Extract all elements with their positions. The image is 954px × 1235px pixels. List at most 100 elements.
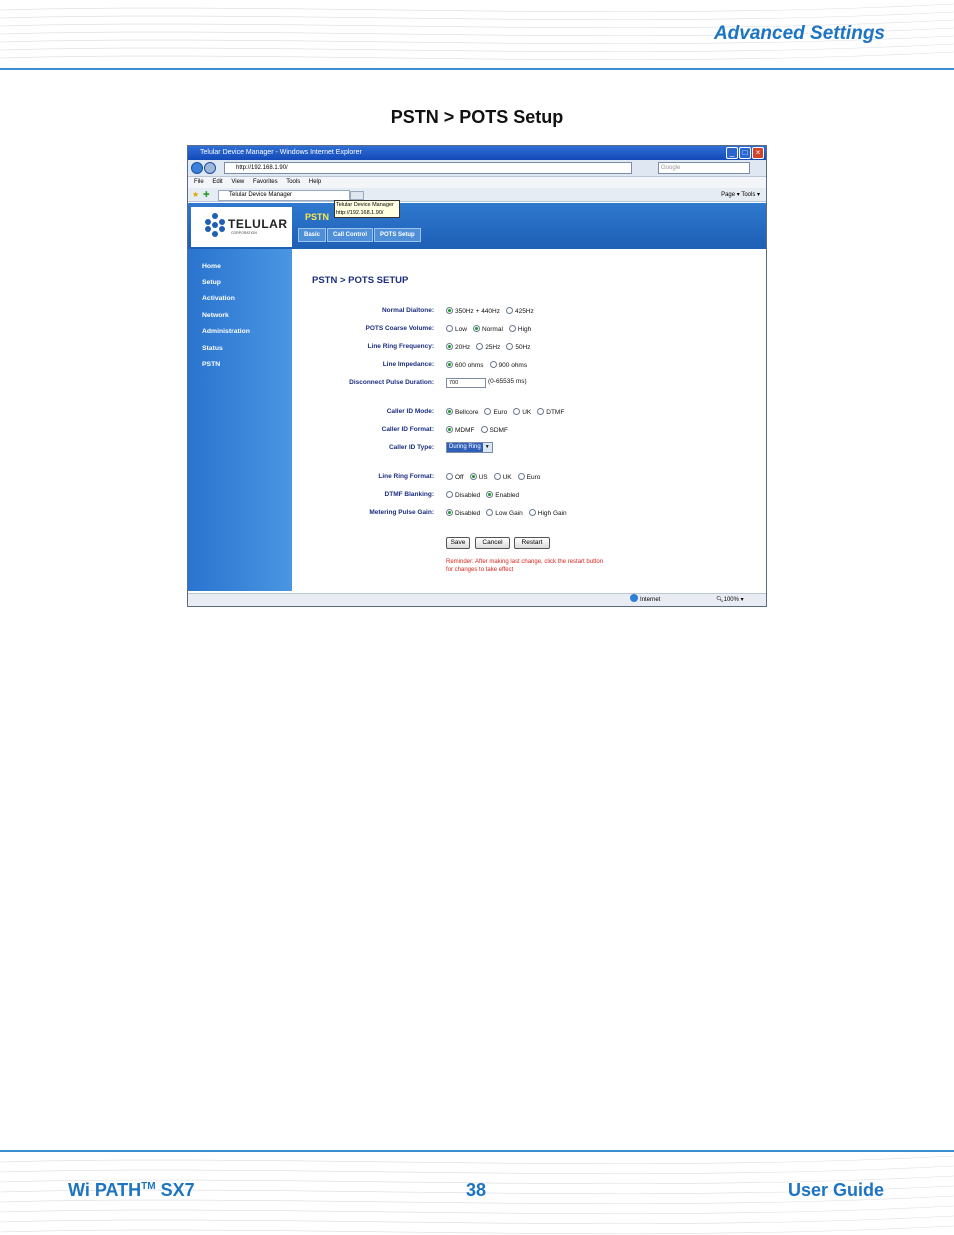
window-title: Telular Device Manager - Windows Interne… [200,149,362,156]
window-titlebar: Telular Device Manager - Windows Interne… [188,146,766,160]
impedance-600-radio[interactable]: 600 ohms [446,361,484,369]
favorites-star-icon[interactable]: ★ [192,190,199,199]
tab-call-control[interactable]: Call Control [327,228,374,242]
content-title: PSTN > POTS SETUP [312,275,409,286]
freq-50hz-radio[interactable]: 50Hz [506,343,531,351]
coarse-volume-label: POTS Coarse Volume: [365,325,434,332]
caller-id-type-label: Caller ID Type: [388,444,434,451]
reminder-text: Reminder: After making last change, clic… [446,559,604,573]
browser-tab[interactable]: Telular Device Manager [218,190,350,201]
search-input[interactable]: Google [658,162,750,174]
ring-uk-radio[interactable]: UK [493,473,512,481]
cid-dtmf-radio[interactable]: DTMF [537,408,564,416]
impedance-900-radio[interactable]: 900 ohms [489,361,527,369]
back-icon[interactable] [191,162,203,174]
command-bar[interactable]: Page ▾ Tools ▾ [721,190,760,200]
zoom-level[interactable]: 🔍︎100% ▾ [716,594,744,606]
add-favorite-icon[interactable]: ✚ [203,190,210,199]
ring-euro-radio[interactable]: Euro [517,473,540,481]
format-sdmf-radio[interactable]: SDMF [480,426,508,434]
sidebar: Home Setup Activation Network Administra… [188,249,292,591]
section-title: Advanced Settings [713,23,885,44]
telular-logo: TELULAR CORPORATION [191,207,292,247]
sidebar-item-pstn[interactable]: PSTN [202,361,220,368]
normal-dialtone-label: Normal Dialtone: [381,307,434,314]
metering-gain-label: Metering Pulse Gain: [369,509,434,516]
menu-favorites[interactable]: Favorites [253,179,278,185]
caller-id-type-select[interactable]: During Ring ▼ [446,442,493,453]
caller-id-type-field: During Ring ▼ [446,442,493,453]
subtabs: Basic Call Control POTS Setup [298,228,421,242]
zoom-icon: 🔍︎ [716,597,724,603]
status-bar: Internet 🔍︎100% ▾ [188,593,766,606]
normal-dialtone-options: 350Hz + 440Hz 425Hz [446,307,534,315]
footer-rule [0,1150,954,1152]
save-button[interactable]: Save [446,537,470,549]
maximize-icon[interactable]: □ [739,147,751,159]
sidebar-item-administration[interactable]: Administration [202,328,250,335]
cancel-button[interactable]: Cancel [475,537,510,549]
cid-bellcore-radio[interactable]: Bellcore [446,408,478,416]
close-icon[interactable]: × [752,147,764,159]
volume-high-radio[interactable]: High [508,325,531,333]
gain-low-radio[interactable]: Low Gain [486,509,523,517]
caller-id-mode-options: Bellcore Euro UK DTMF [446,408,564,416]
sidebar-item-setup[interactable]: Setup [202,279,221,286]
ring-off-radio[interactable]: Off [446,473,464,481]
freq-25hz-radio[interactable]: 25Hz [476,343,500,351]
sidebar-item-home[interactable]: Home [202,263,221,270]
dialtone-425-radio[interactable]: 425Hz [506,307,534,315]
ring-us-radio[interactable]: US [469,473,488,481]
restart-button[interactable]: Restart [514,537,550,549]
forward-icon[interactable] [204,162,216,174]
gain-high-radio[interactable]: High Gain [528,509,567,517]
dtmf-blanking-options: Disabled Enabled [446,491,519,499]
tab-tooltip: Telular Device Manager http://192.168.1.… [334,200,400,218]
footer-product: Wi PATHTM SX7 [68,1180,195,1200]
cid-uk-radio[interactable]: UK [513,408,531,416]
sidebar-item-activation[interactable]: Activation [202,295,235,302]
menu-tools[interactable]: Tools [286,179,300,185]
menu-edit[interactable]: Edit [212,179,222,185]
volume-normal-radio[interactable]: Normal [472,325,503,333]
sidebar-item-network[interactable]: Network [202,312,229,319]
cid-euro-radio[interactable]: Euro [484,408,507,416]
caller-id-type-value: During Ring [447,443,483,452]
logo-text: TELULAR [228,217,288,231]
coarse-volume-options: Low Normal High [446,325,531,333]
menu-bar: File Edit View Favorites Tools Help [188,177,766,188]
address-bar: http://192.168.1.90/ Google [188,160,766,177]
menu-view[interactable]: View [231,179,244,185]
menu-file[interactable]: File [194,179,204,185]
dtmf-blanking-label: DTMF Blanking: [384,491,434,498]
freq-20hz-radio[interactable]: 20Hz [446,343,470,351]
format-mdmf-radio[interactable]: MDMF [446,426,475,434]
new-tab-button[interactable] [350,191,364,200]
line-impedance-options: 600 ohms 900 ohms [446,361,527,369]
sidebar-item-status[interactable]: Status [202,345,223,352]
internet-zone: Internet [630,594,660,606]
footer-guide-label: User Guide [787,1180,884,1200]
dtmf-enabled-radio[interactable]: Enabled [486,491,519,499]
ring-format-options: Off US UK Euro [446,473,540,481]
header-rule [0,68,954,70]
page-heading: PSTN > POTS Setup [390,107,564,127]
menu-help[interactable]: Help [309,179,321,185]
browser-screenshot: Telular Device Manager - Windows Interne… [187,145,767,607]
dialtone-350-440-radio[interactable]: 350Hz + 440Hz [446,307,500,315]
gain-disabled-radio[interactable]: Disabled [446,509,480,517]
volume-low-radio[interactable]: Low [446,325,467,333]
disconnect-pulse-input[interactable]: 700 [446,378,486,388]
line-impedance-label: Line Impedance: [382,361,434,368]
minimize-icon[interactable]: _ [726,147,738,159]
tab-pots-setup[interactable]: POTS Setup [374,228,421,242]
caller-id-mode-label: Caller ID Mode: [386,408,434,415]
dtmf-disabled-radio[interactable]: Disabled [446,491,480,499]
chevron-down-icon: ▼ [482,443,492,452]
url-input[interactable]: http://192.168.1.90/ [224,162,632,174]
ring-frequency-options: 20Hz 25Hz 50Hz [446,343,531,351]
tooltip-url: http://192.168.1.90/ [336,210,384,216]
caller-id-format-options: MDMF SDMF [446,426,508,434]
tab-basic[interactable]: Basic [298,228,327,242]
disconnect-pulse-label: Disconnect Pulse Duration: [349,379,434,386]
